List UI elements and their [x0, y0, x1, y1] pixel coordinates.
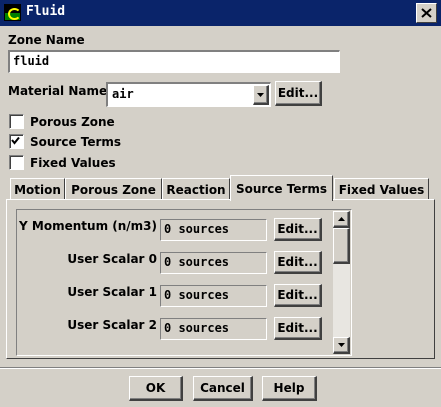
material-select[interactable]: air [106, 82, 271, 107]
checkmark-icon [11, 136, 20, 145]
material-dropdown-button[interactable] [253, 85, 269, 105]
tab-motion[interactable]: Motion [10, 178, 65, 200]
y-momentum-edit-button[interactable]: Edit... [274, 218, 322, 241]
scroll-down-button[interactable] [333, 337, 350, 354]
user-scalar-1-sources-field: 0 sources [160, 285, 267, 307]
user-scalar-1-edit-button[interactable]: Edit... [274, 284, 322, 307]
y-momentum-sources-field: 0 sources [160, 219, 267, 241]
tab-fixed-values[interactable]: Fixed Values [334, 178, 429, 200]
porous-zone-label: Porous Zone [30, 114, 115, 129]
source-terms-label: Source Terms [30, 134, 122, 149]
zone-name-input[interactable]: fluid [8, 50, 340, 73]
window-title: Fluid [26, 4, 66, 19]
row-label-user-scalar-0: User Scalar 0 [67, 252, 157, 266]
cancel-button[interactable]: Cancel [193, 376, 253, 401]
tab-source-terms[interactable]: Source Terms [230, 175, 333, 201]
scroll-up-button[interactable] [333, 211, 350, 228]
fixed-values-option[interactable]: Fixed Values [9, 155, 116, 170]
source-terms-checkbox[interactable] [9, 134, 24, 149]
porous-zone-checkbox[interactable] [9, 114, 24, 129]
row-label-y-momentum: Y Momentum (n/m3) [19, 219, 157, 233]
row-label-user-scalar-2: User Scalar 2 [67, 318, 157, 332]
zone-name-label: Zone Name [8, 33, 85, 47]
tab-reaction[interactable]: Reaction [162, 178, 230, 200]
material-selected-value: air [112, 87, 134, 101]
scroll-thumb[interactable] [333, 228, 350, 264]
fixed-values-checkbox[interactable] [9, 155, 24, 170]
material-name-label: Material Name [8, 84, 108, 98]
fluent-app-icon [4, 4, 21, 21]
help-button[interactable]: Help [262, 376, 317, 401]
arrow-up-icon [338, 217, 345, 221]
title-bar[interactable]: Fluid [0, 0, 441, 26]
ok-button[interactable]: OK [129, 376, 183, 401]
user-scalar-2-edit-button[interactable]: Edit... [274, 317, 322, 340]
footer-separator [0, 367, 441, 369]
porous-zone-option[interactable]: Porous Zone [9, 114, 115, 129]
user-scalar-0-edit-button[interactable]: Edit... [274, 251, 322, 274]
fixed-values-label: Fixed Values [30, 155, 116, 170]
close-button[interactable] [416, 3, 437, 23]
tab-porous-zone[interactable]: Porous Zone [65, 178, 162, 200]
material-edit-button[interactable]: Edit... [275, 81, 322, 106]
vertical-scrollbar[interactable] [333, 211, 350, 354]
user-scalar-0-sources-field: 0 sources [160, 252, 267, 274]
user-scalar-2-sources-field: 0 sources [160, 318, 267, 340]
row-label-user-scalar-1: User Scalar 1 [67, 285, 157, 299]
close-icon [421, 8, 432, 18]
chevron-down-icon [257, 92, 264, 97]
arrow-down-icon [338, 343, 345, 347]
source-terms-option[interactable]: Source Terms [9, 134, 121, 149]
